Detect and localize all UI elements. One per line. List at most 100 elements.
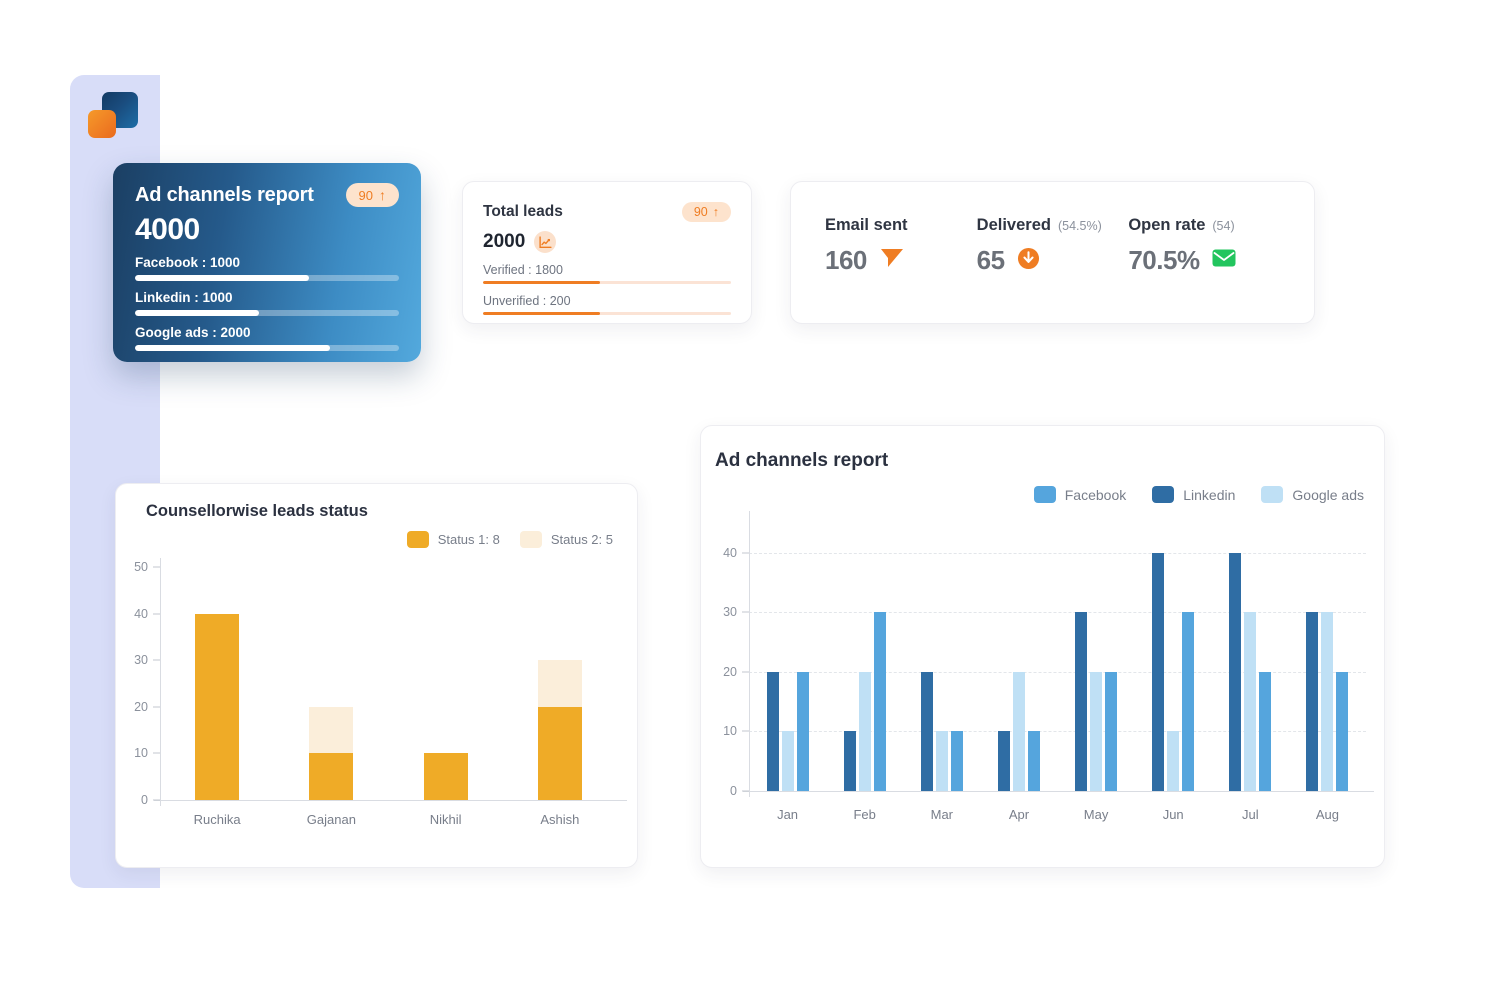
ad-channels-plot-area: 0 10 20 30 40 Jan Feb Mar Apr May Jun Jul Aug <box>701 503 1384 843</box>
metric-value: 65 <box>976 245 1005 275</box>
bar[interactable] <box>1306 612 1319 791</box>
metric-name: Email sent <box>825 216 908 234</box>
ad-channels-breakdown-list: Facebook : 1000 Linkedin : 1000 Google a… <box>113 247 421 351</box>
bar[interactable] <box>858 671 871 791</box>
bar-segment[interactable] <box>537 660 582 707</box>
unverified-row: Unverified : 200 <box>483 294 731 315</box>
y-axis-line <box>749 511 750 797</box>
x-axis-tick-label: Ruchika <box>193 812 241 827</box>
x-axis-tick-label: Aug <box>1315 807 1339 822</box>
channel-progress-fill <box>135 310 260 316</box>
legend-item-linkedin[interactable]: Linkedin <box>1152 486 1235 503</box>
bar-segment[interactable] <box>309 753 354 800</box>
bar[interactable] <box>781 731 794 791</box>
bar[interactable] <box>1244 612 1257 791</box>
legend-item-facebook[interactable]: Facebook <box>1033 486 1126 503</box>
bar[interactable] <box>1012 671 1025 791</box>
x-axis-tick-label: May <box>1083 807 1109 822</box>
channel-row: Linkedin : 1000 <box>135 290 399 316</box>
counsellorwise-legend: Status 1: 8 Status 2: 5 <box>116 521 637 548</box>
verified-progress-track <box>483 281 731 284</box>
total-leads-badge: 90 ↑ <box>681 202 731 222</box>
total-leads-value: 2000 <box>483 231 526 252</box>
x-axis-tick-label: Jul <box>1242 807 1259 822</box>
ad-channels-summary-card[interactable]: Ad channels report 90 ↑ 4000 Facebook : … <box>113 163 421 362</box>
legend-item-status-1[interactable]: Status 1: 8 <box>406 531 500 548</box>
bar[interactable] <box>1182 612 1195 791</box>
bar[interactable] <box>920 671 933 791</box>
y-axis-line <box>160 558 161 806</box>
y-axis-tick-mark <box>742 790 749 792</box>
legend-item-status-2[interactable]: Status 2: 5 <box>519 531 613 548</box>
channel-progress-fill <box>135 345 331 351</box>
counsellorwise-chart-card[interactable]: Counsellorwise leads status Status 1: 8 … <box>115 483 638 868</box>
counsellorwise-plot-area: 0 10 20 30 40 50 Ruchika Gajanan Nikhil Ashish <box>116 548 637 848</box>
bar[interactable] <box>766 671 779 791</box>
y-axis-tick-mark <box>742 611 749 613</box>
verified-row: Verified : 1800 <box>483 263 731 284</box>
bar[interactable] <box>843 731 856 791</box>
unverified-label: Unverified : 200 <box>483 294 571 308</box>
bar-stack[interactable] <box>195 558 240 800</box>
bar[interactable] <box>1259 671 1272 791</box>
bar-stack[interactable] <box>423 558 468 800</box>
bar[interactable] <box>1321 612 1334 791</box>
y-axis-tick-mark <box>153 659 160 661</box>
bar[interactable] <box>1167 731 1180 791</box>
bar[interactable] <box>1027 731 1040 791</box>
bar[interactable] <box>935 731 948 791</box>
metric-name: Delivered <box>976 216 1051 234</box>
gridline <box>749 612 1366 614</box>
bar-segment[interactable] <box>423 753 468 800</box>
total-leads-value-row: 2000 <box>483 231 731 253</box>
unverified-progress-fill <box>483 312 600 315</box>
bar[interactable] <box>1229 552 1242 791</box>
bar[interactable] <box>997 731 1010 791</box>
gridline <box>749 552 1366 554</box>
y-axis-tick-mark <box>742 730 749 732</box>
bar-segment[interactable] <box>537 706 582 800</box>
bar[interactable] <box>1152 552 1165 791</box>
bar[interactable] <box>873 612 886 791</box>
ad-channels-legend: Facebook Linkedin Google ads <box>701 472 1384 503</box>
ad-channels-total-value: 4000 <box>135 213 200 246</box>
y-axis-tick-mark <box>742 671 749 673</box>
y-axis-tick-label: 40 <box>723 545 737 560</box>
y-axis-tick-mark <box>742 552 749 554</box>
y-axis-tick-mark <box>153 706 160 708</box>
email-metrics-card[interactable]: Email sent 160 Delivered (54.5%) 65 Open… <box>790 181 1315 324</box>
bar[interactable] <box>796 671 809 791</box>
metric-value-row: 65 <box>977 245 1129 276</box>
bar[interactable] <box>1105 671 1118 791</box>
bar[interactable] <box>1075 612 1088 791</box>
channel-progress-track <box>135 275 399 281</box>
bar-segment[interactable] <box>195 613 240 800</box>
legend-swatch <box>1261 486 1284 503</box>
verified-label: Verified : 1800 <box>483 263 563 277</box>
metric-header: Email sent <box>825 216 977 235</box>
download-circle-icon <box>1017 247 1040 275</box>
app-logo-icon[interactable] <box>88 92 140 144</box>
total-leads-card[interactable]: Total leads 90 ↑ 2000 Verified : 1800 Un… <box>462 181 752 324</box>
legend-swatch <box>1033 486 1056 503</box>
bar-stack[interactable] <box>309 558 354 800</box>
channel-label: Linkedin : 1000 <box>135 290 233 305</box>
legend-swatch <box>519 531 542 548</box>
x-axis-tick-label: Jun <box>1162 807 1184 822</box>
y-axis-tick-mark <box>153 613 160 615</box>
metric-delivered: Delivered (54.5%) 65 <box>977 216 1129 276</box>
ad-channels-chart-card[interactable]: Ad channels report Facebook Linkedin Goo… <box>700 425 1385 868</box>
line-chart-icon <box>534 231 557 253</box>
metric-header: Delivered (54.5%) <box>977 216 1129 235</box>
x-axis-tick-label: Apr <box>1008 807 1030 822</box>
x-axis-line <box>154 800 627 801</box>
bar[interactable] <box>1090 671 1103 791</box>
legend-item-google-ads[interactable]: Google ads <box>1261 486 1364 503</box>
x-axis-tick-label: Gajanan <box>306 812 356 827</box>
total-leads-badge-value: 90 <box>693 205 708 219</box>
bar-stack[interactable] <box>537 558 582 800</box>
bar-segment[interactable] <box>309 706 354 754</box>
channel-label: Facebook : 1000 <box>135 255 241 270</box>
bar[interactable] <box>1336 671 1349 791</box>
bar[interactable] <box>950 731 963 791</box>
